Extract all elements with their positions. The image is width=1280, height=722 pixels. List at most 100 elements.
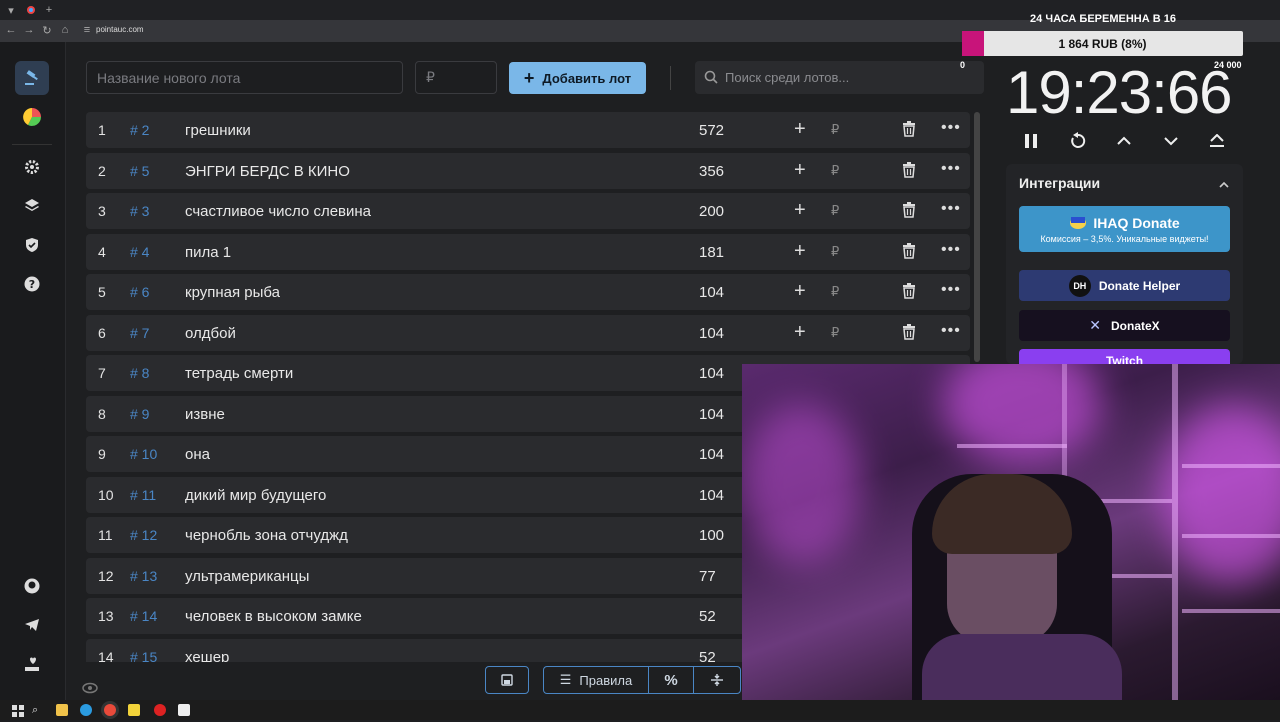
auction-icon[interactable]	[15, 61, 49, 95]
add-amount-icon[interactable]: +	[794, 281, 806, 301]
forward-icon[interactable]: →	[22, 23, 36, 37]
lot-name[interactable]: ЭНГРИ БЕРДС В КИНО	[185, 163, 350, 180]
lot-id-link[interactable]: # 10	[130, 446, 157, 462]
collapse-icon[interactable]	[1219, 176, 1229, 194]
chevron-up-icon[interactable]	[1114, 131, 1134, 151]
telegram-icon[interactable]	[15, 608, 49, 642]
lot-row[interactable]: 6 # 7 олдбой 104 + ₽ •••	[86, 314, 970, 351]
add-amount-icon[interactable]: +	[794, 160, 806, 180]
lot-id-link[interactable]: # 13	[130, 568, 157, 584]
trash-icon[interactable]	[902, 242, 916, 264]
more-options-icon[interactable]: •••	[941, 322, 961, 340]
donate-helper-button[interactable]: DH Donate Helper	[1019, 270, 1230, 301]
more-options-icon[interactable]: •••	[941, 160, 961, 178]
trash-icon[interactable]	[902, 283, 916, 304]
lot-amount-input[interactable]: ₽	[415, 61, 497, 94]
lot-name[interactable]: грешники	[185, 122, 251, 139]
lot-search-input[interactable]: Поиск среди лотов...	[695, 61, 984, 94]
ihaq-donate-button[interactable]: IHAQ Donate Комиссия – 3,5%. Уникальные …	[1019, 206, 1230, 252]
rub-icon[interactable]: ₽	[831, 244, 839, 260]
rub-icon[interactable]: ₽	[831, 284, 839, 300]
search-taskbar-icon[interactable]: ⌕	[32, 704, 44, 716]
back-icon[interactable]: ←	[4, 23, 18, 37]
browser-tab[interactable]	[24, 3, 38, 17]
reset-icon[interactable]	[1068, 131, 1088, 151]
lot-name[interactable]: ультрамериканцы	[185, 568, 309, 585]
donate-hand-icon[interactable]	[15, 647, 49, 681]
lot-name[interactable]: тетрадь смерти	[185, 365, 293, 382]
tab-list-icon[interactable]: ▾	[4, 3, 18, 17]
lot-id-link[interactable]: # 6	[130, 284, 149, 300]
lot-name[interactable]: крупная рыба	[185, 284, 280, 301]
lot-row[interactable]: 3 # 3 счастливое число слевина 200 + ₽ •••	[86, 193, 970, 229]
pause-icon[interactable]	[1021, 131, 1041, 151]
trash-icon[interactable]	[902, 161, 916, 183]
double-up-icon[interactable]	[1207, 131, 1227, 151]
lot-name[interactable]: хешер	[185, 649, 229, 663]
add-amount-icon[interactable]: +	[794, 200, 806, 220]
lot-id-link[interactable]: # 14	[130, 608, 157, 624]
lot-id-link[interactable]: # 5	[130, 163, 149, 179]
compact-button[interactable]	[693, 666, 741, 694]
lot-id-link[interactable]: # 9	[130, 406, 149, 422]
lots-scrollbar[interactable]	[974, 112, 980, 362]
add-amount-icon[interactable]: +	[794, 322, 806, 342]
lot-id-link[interactable]: # 15	[130, 649, 157, 663]
wheel-icon[interactable]	[15, 100, 49, 134]
add-amount-icon[interactable]: +	[794, 119, 806, 139]
address-bar[interactable]: pointauc.com	[96, 25, 144, 34]
trash-icon[interactable]	[902, 323, 916, 345]
app-icon-4[interactable]	[178, 704, 190, 716]
more-options-icon[interactable]: •••	[941, 281, 961, 299]
settings-icon[interactable]	[15, 150, 49, 184]
lot-row[interactable]: 1 # 2 грешники 572 + ₽ •••	[86, 112, 970, 148]
add-lot-button[interactable]: + Добавить лот	[509, 62, 646, 94]
donatex-button[interactable]: ✕ DonateX	[1019, 310, 1230, 341]
home-icon[interactable]: ⌂	[58, 23, 72, 37]
folder-icon[interactable]	[56, 704, 68, 716]
app-icon-3[interactable]	[154, 704, 166, 716]
rub-icon[interactable]: ₽	[831, 163, 839, 179]
trash-icon[interactable]	[902, 202, 916, 223]
lot-row[interactable]: 5 # 6 крупная рыба 104 + ₽ •••	[86, 274, 970, 310]
rub-icon[interactable]: ₽	[831, 122, 839, 138]
layers-icon[interactable]	[15, 189, 49, 223]
lot-name[interactable]: извне	[185, 406, 225, 423]
save-button[interactable]	[485, 666, 529, 694]
shield-icon[interactable]	[15, 228, 49, 262]
lot-id-link[interactable]: # 8	[130, 365, 149, 381]
rub-icon[interactable]: ₽	[831, 203, 839, 219]
twitch-button[interactable]: Twitch	[1019, 349, 1230, 364]
lot-name[interactable]: счастливое число слевина	[185, 203, 371, 220]
lot-id-link[interactable]: # 2	[130, 122, 149, 138]
trash-icon[interactable]	[902, 121, 916, 142]
help-icon[interactable]: ?	[15, 267, 49, 301]
lot-row[interactable]: 2 # 5 ЭНГРИ БЕРДС В КИНО 356 + ₽ •••	[86, 152, 970, 189]
lot-id-link[interactable]: # 11	[130, 487, 156, 503]
lot-id-link[interactable]: # 12	[130, 527, 157, 543]
chevron-down-icon[interactable]	[1161, 131, 1181, 151]
rules-button[interactable]: ☰ Правила	[543, 666, 649, 694]
lot-name[interactable]: олдбой	[185, 325, 236, 342]
lot-id-link[interactable]: # 7	[130, 325, 149, 341]
lot-id-link[interactable]: # 4	[130, 244, 149, 260]
lot-name[interactable]: чернобль зона отчуджд	[185, 527, 348, 544]
chrome-icon[interactable]	[104, 704, 116, 716]
lot-id-link[interactable]: # 3	[130, 203, 149, 219]
reload-icon[interactable]: ↻	[40, 23, 54, 37]
site-info-icon[interactable]: ≡	[80, 23, 94, 37]
lot-row[interactable]: 4 # 4 пила 1 181 + ₽ •••	[86, 233, 970, 270]
lot-name[interactable]: она	[185, 446, 210, 463]
new-tab-icon[interactable]: +	[42, 3, 56, 17]
lot-name[interactable]: пила 1	[185, 244, 231, 261]
app-icon-2[interactable]	[128, 704, 140, 716]
percent-button[interactable]: %	[648, 666, 694, 694]
app-icon-1[interactable]	[80, 704, 92, 716]
windows-start-icon[interactable]	[12, 704, 24, 717]
lot-name-input[interactable]: Название нового лота	[86, 61, 403, 94]
visibility-icon[interactable]	[82, 674, 98, 702]
rub-icon[interactable]: ₽	[831, 325, 839, 341]
more-options-icon[interactable]: •••	[941, 119, 961, 137]
more-options-icon[interactable]: •••	[941, 241, 961, 259]
add-amount-icon[interactable]: +	[794, 241, 806, 261]
